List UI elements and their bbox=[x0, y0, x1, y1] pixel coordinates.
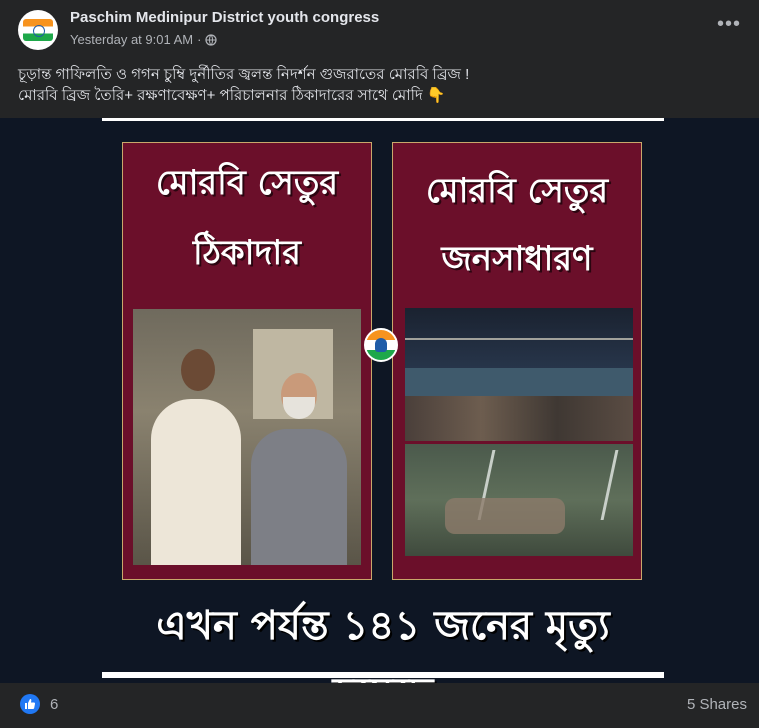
post-text: চূড়ান্ত গাফিলতি ও গগন চুম্বি দুর্নীতির … bbox=[18, 64, 738, 106]
shares-count[interactable]: 5 Shares bbox=[687, 696, 747, 713]
thumbs-up-icon bbox=[25, 699, 36, 709]
post-text-line-1: চূড়ান্ত গাফিলতি ও গগন চুম্বি দুর্নীতির … bbox=[18, 66, 470, 83]
youth-congress-logo bbox=[23, 19, 53, 41]
post-footer: 6 5 Shares bbox=[0, 683, 759, 727]
left-panel: মোরবি সেতুর ঠিকাদার bbox=[122, 142, 372, 580]
meta-separator: · bbox=[197, 32, 202, 47]
contractor-photo bbox=[133, 309, 361, 565]
more-icon: ••• bbox=[716, 13, 741, 35]
more-options-button[interactable]: ••• bbox=[713, 14, 745, 42]
post-meta: Yesterday at 9:01 AM · bbox=[70, 32, 218, 47]
reaction-count[interactable]: 6 bbox=[50, 696, 58, 713]
right-panel: মোরবি সেতুর জনসাধারণ bbox=[392, 142, 642, 580]
post-header: Paschim Medinipur District youth congres… bbox=[0, 0, 759, 56]
post-text-line-2: মোরবি ব্রিজ তৈরি+ রক্ষণাবেক্ষণ+ পরিচালনা… bbox=[18, 87, 446, 104]
right-panel-title-line-1: মোরবি সেতুর bbox=[425, 171, 609, 211]
page-avatar[interactable] bbox=[18, 10, 58, 50]
congress-hand-icon bbox=[375, 338, 387, 352]
congress-badge bbox=[364, 328, 398, 362]
image-frame-bottom bbox=[102, 672, 664, 678]
globe-icon bbox=[205, 33, 218, 46]
post-timestamp[interactable]: Yesterday at 9:01 AM bbox=[70, 32, 193, 47]
image-frame-top bbox=[102, 118, 664, 121]
right-panel-title-line-2: জনসাধারণ bbox=[441, 239, 593, 279]
bridge-collapse-photo bbox=[405, 444, 633, 556]
like-icon[interactable] bbox=[20, 694, 40, 714]
left-panel-title-line-1: মোরবি সেতুর bbox=[155, 163, 339, 203]
bridge-night-photo bbox=[405, 308, 633, 441]
page-name[interactable]: Paschim Medinipur District youth congres… bbox=[70, 9, 379, 26]
post-image[interactable]: মোরবি সেতুর ঠিকাদার মোরবি সেতুর জনসাধারণ… bbox=[0, 118, 759, 716]
left-panel-title-line-2: ঠিকাদার bbox=[193, 233, 301, 273]
